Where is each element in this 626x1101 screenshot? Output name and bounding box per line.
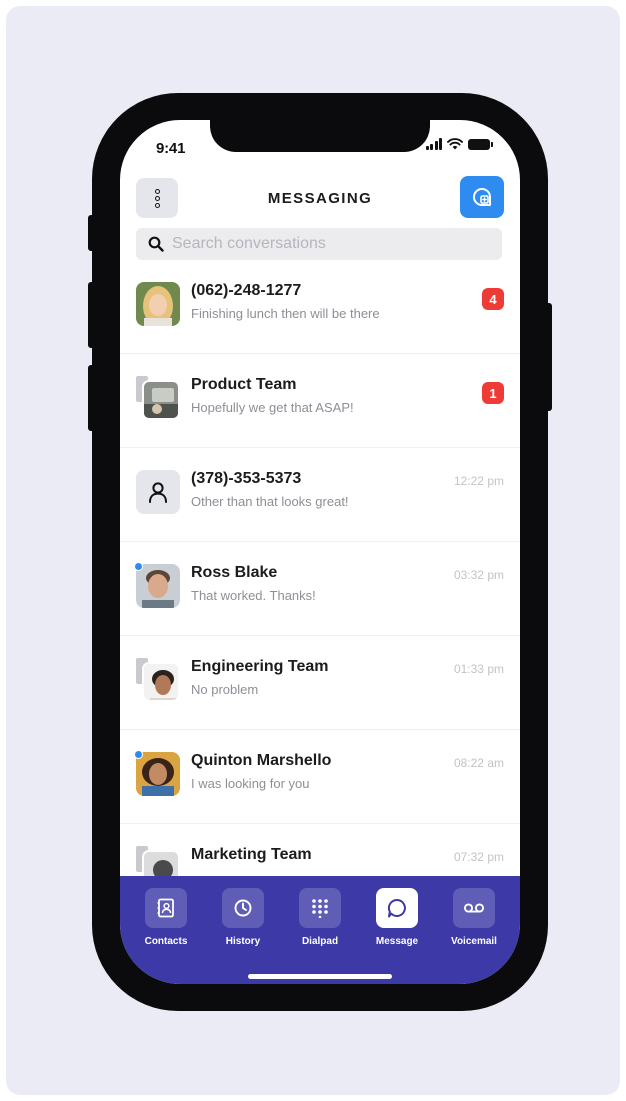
conversation-time: 01:33 pm — [453, 662, 504, 676]
compose-chat-icon — [473, 188, 491, 206]
conversation-name: Engineering Team — [191, 658, 329, 675]
contact-photo — [136, 282, 180, 326]
online-status-dot — [134, 750, 143, 759]
group-avatar — [134, 656, 180, 702]
search-input[interactable] — [172, 235, 502, 253]
conversation-item[interactable]: (378)-353-5373 Other than that looks gre… — [120, 448, 520, 542]
conversation-time: 03:32 pm — [453, 568, 504, 582]
group-photo — [142, 380, 180, 420]
nav-item-history[interactable]: History — [204, 888, 282, 947]
contact-photo — [136, 564, 180, 608]
wifi-icon — [447, 138, 463, 150]
phone-screen: 9:41 MESSAGING Search conversations (062… — [120, 120, 520, 984]
voicemail-icon — [453, 888, 495, 928]
status-time: 9:41 — [156, 140, 186, 157]
conversation-preview: That worked. Thanks! — [191, 588, 316, 603]
clock-icon — [222, 888, 264, 928]
conversation-item[interactable]: Product Team Hopefully we get that ASAP!… — [120, 354, 520, 448]
conversation-item[interactable]: Quinton Marshello I was looking for you … — [120, 730, 520, 824]
group-avatar — [134, 844, 180, 876]
conversation-name: Marketing Team — [191, 846, 312, 863]
conversation-name: Product Team — [191, 376, 297, 393]
avatar — [136, 468, 180, 514]
avatar — [134, 750, 180, 796]
nav-label: History — [225, 936, 261, 947]
status-icons — [425, 138, 493, 150]
conversation-name: Ross Blake — [191, 564, 278, 581]
conversation-name: Quinton Marshello — [191, 752, 332, 769]
conversation-preview: No problem — [191, 682, 259, 697]
new-message-button[interactable] — [460, 176, 504, 218]
nav-label: Voicemail — [451, 936, 497, 947]
avatar-placeholder — [136, 470, 180, 514]
online-status-dot — [134, 562, 143, 571]
nav-label: Message — [375, 936, 419, 947]
group-photo — [142, 662, 180, 702]
conversation-item[interactable]: Ross Blake That worked. Thanks! 03:32 pm — [120, 542, 520, 636]
contact-photo — [136, 752, 180, 796]
bottom-navigation: Contacts History Dialpad Message Voicema… — [120, 876, 520, 984]
nav-item-message[interactable]: Message — [358, 888, 436, 947]
conversation-preview: Other than that looks great! — [191, 494, 349, 509]
message-icon — [376, 888, 418, 928]
conversation-time: 07:32 pm — [453, 850, 504, 864]
conversation-item[interactable]: Engineering Team No problem 01:33 pm — [120, 636, 520, 730]
nav-label: Contacts — [144, 936, 188, 947]
conversation-item[interactable]: Marketing Team 07:32 pm — [120, 824, 520, 876]
conversation-preview: Finishing lunch then will be there — [191, 306, 380, 321]
avatar — [134, 562, 180, 608]
contacts-icon — [145, 888, 187, 928]
nav-item-voicemail[interactable]: Voicemail — [435, 888, 513, 947]
unread-badge: 1 — [482, 382, 504, 404]
group-avatar — [134, 374, 180, 420]
cellular-signal-icon — [425, 138, 442, 150]
nav-item-contacts[interactable]: Contacts — [127, 888, 205, 947]
conversation-list: (062)-248-1277 Finishing lunch then will… — [120, 260, 520, 876]
home-indicator — [248, 974, 392, 979]
search-icon — [148, 236, 164, 252]
conversation-name: (378)-353-5373 — [191, 470, 302, 487]
conversation-name: (062)-248-1277 — [191, 282, 302, 299]
battery-icon — [468, 138, 493, 150]
group-photo — [142, 850, 180, 876]
conversation-time: 12:22 pm — [453, 474, 504, 488]
dialpad-icon — [299, 888, 341, 928]
conversation-item[interactable]: (062)-248-1277 Finishing lunch then will… — [120, 260, 520, 354]
phone-notch — [210, 120, 430, 152]
avatar — [136, 280, 180, 326]
conversation-preview: Hopefully we get that ASAP! — [191, 400, 354, 415]
conversation-time: 08:22 am — [453, 756, 504, 770]
search-bar[interactable] — [136, 228, 502, 260]
nav-item-dialpad[interactable]: Dialpad — [281, 888, 359, 947]
unread-badge: 4 — [482, 288, 504, 310]
nav-label: Dialpad — [301, 936, 339, 947]
conversation-preview: I was looking for you — [191, 776, 310, 791]
user-icon — [149, 482, 167, 503]
